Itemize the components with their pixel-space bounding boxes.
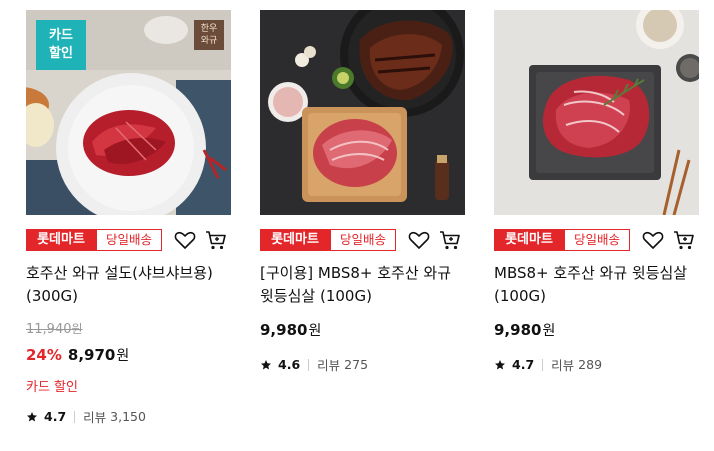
price-line: 9,980원: [494, 320, 555, 340]
rating-row: 4.7 리뷰 289: [494, 355, 602, 374]
lottemart-tag: 롯데마트: [494, 229, 564, 251]
review-count: 3,150: [110, 409, 146, 424]
same-day-delivery-tag: 당일배송: [96, 229, 162, 251]
product-image-2[interactable]: [260, 10, 465, 215]
brand-logo: 한우 와규: [194, 20, 224, 50]
original-price: 11,940원: [26, 320, 83, 337]
card-sale-label: 카드 할인: [26, 380, 78, 395]
product-card-1[interactable]: 카드 할인 한우 와규 롯데마트 당일배송 호주산 와규 설도(샤브샤브용) (…: [26, 10, 231, 425]
card-discount-badge: 카드 할인: [36, 20, 86, 70]
product-title[interactable]: 호주산 와규 설도(샤브샤브용) (300G): [26, 262, 231, 308]
cart-icon[interactable]: [438, 228, 462, 252]
same-day-delivery-tag: 당일배송: [330, 229, 396, 251]
product-card-2[interactable]: 롯데마트 당일배송 [구이용] MBS8+ 호주산 와규 윗등심살 (100G)…: [260, 10, 465, 373]
original-price-value: 11,940: [26, 322, 72, 337]
heart-icon[interactable]: [407, 228, 431, 252]
heart-icon[interactable]: [173, 228, 197, 252]
product-image-3[interactable]: [494, 10, 699, 215]
rating-score: 4.7: [44, 409, 67, 424]
divider: [74, 410, 76, 423]
review-label: 리뷰: [83, 410, 107, 425]
price-line: 24% 8,970원: [26, 345, 129, 365]
heart-icon[interactable]: [641, 228, 665, 252]
review-label: 리뷰: [551, 358, 575, 373]
cart-icon[interactable]: [672, 228, 696, 252]
review-count: 275: [344, 357, 369, 372]
star-icon: [495, 359, 505, 369]
rating-row: 4.7 리뷰 3,150: [26, 407, 146, 426]
same-day-delivery-tag: 당일배송: [564, 229, 630, 251]
lottemart-tag: 롯데마트: [26, 229, 96, 251]
rating-score: 4.6: [278, 357, 301, 372]
product-title[interactable]: MBS8+ 호주산 와규 윗등심살 (100G): [494, 262, 699, 308]
review-count: 289: [578, 357, 603, 372]
divider: [308, 358, 310, 371]
sale-price: 8,970: [67, 346, 116, 364]
sale-price: 9,980: [260, 321, 308, 339]
price-unit: 원: [542, 323, 556, 339]
lottemart-tag: 롯데마트: [260, 229, 330, 251]
price-unit: 원: [116, 348, 130, 364]
sale-price: 9,980: [494, 321, 542, 339]
product-card-3[interactable]: 롯데마트 당일배송 MBS8+ 호주산 와규 윗등심살 (100G) 9,980…: [494, 10, 699, 373]
original-price-unit: 원: [71, 322, 83, 336]
discount-rate: 24%: [26, 346, 62, 364]
price-unit: 원: [308, 323, 322, 339]
rating-row: 4.6 리뷰 275: [260, 355, 368, 374]
price-line: 9,980원: [260, 320, 321, 340]
review-label: 리뷰: [317, 358, 341, 373]
product-photo: [260, 10, 465, 215]
product-title[interactable]: [구이용] MBS8+ 호주산 와규 윗등심살 (100G): [260, 262, 465, 308]
divider: [542, 358, 544, 371]
star-icon: [261, 359, 271, 369]
star-icon: [27, 411, 37, 421]
rating-score: 4.7: [512, 357, 535, 372]
product-photo: [494, 10, 699, 215]
product-image-1[interactable]: 카드 할인 한우 와규: [26, 10, 231, 215]
cart-icon[interactable]: [204, 228, 228, 252]
